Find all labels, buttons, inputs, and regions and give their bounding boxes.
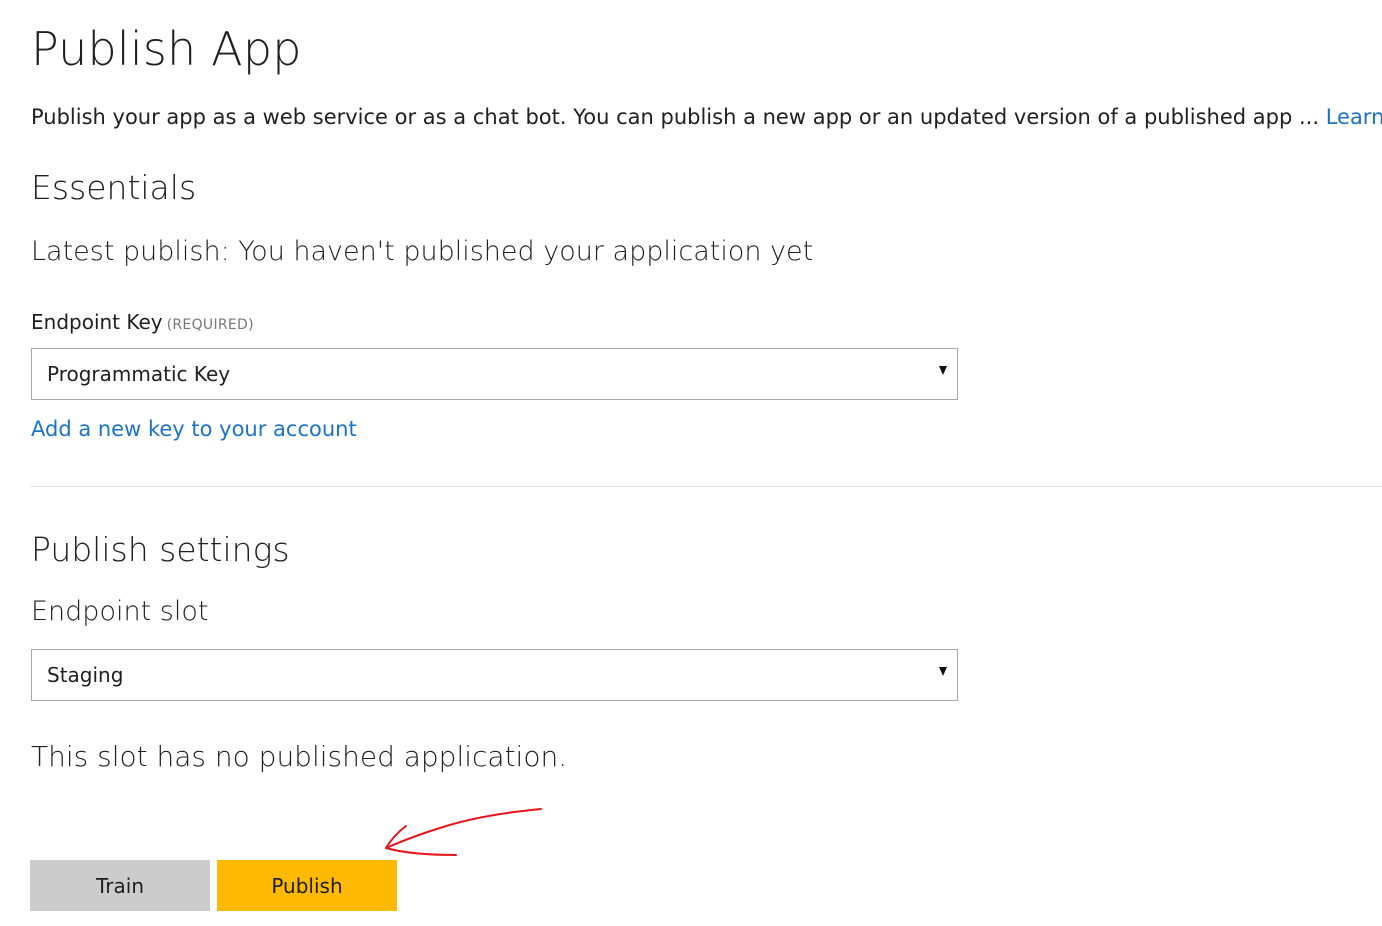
page-title: Publish App (31, 22, 302, 76)
required-indicator: (REQUIRED) (166, 317, 254, 333)
learn-more-link[interactable]: Learn more (1326, 105, 1382, 129)
slot-status-text: This slot has no published application. (31, 740, 568, 773)
endpoint-key-label-text: Endpoint Key (31, 310, 163, 334)
endpoint-key-selected-value: Programmatic Key (47, 362, 231, 386)
intro-description: Publish your app as a web service or as … (31, 105, 1326, 129)
publish-settings-heading: Publish settings (31, 530, 290, 569)
caret-down-icon (939, 667, 947, 676)
caret-down-icon (939, 366, 947, 375)
add-new-key-link[interactable]: Add a new key to your account (31, 417, 357, 441)
latest-publish-status: Latest publish: You haven't published yo… (31, 236, 814, 267)
endpoint-slot-label: Endpoint slot (31, 596, 209, 627)
endpoint-key-label: Endpoint Key (REQUIRED) (31, 310, 254, 334)
publish-button[interactable]: Publish (217, 860, 397, 911)
publish-app-page: Publish App Publish your app as a web se… (30, 0, 1382, 926)
endpoint-slot-selected-value: Staging (47, 663, 124, 687)
endpoint-key-select[interactable]: Programmatic Key (31, 348, 958, 400)
endpoint-slot-select[interactable]: Staging (31, 649, 958, 701)
train-button[interactable]: Train (30, 860, 210, 911)
essentials-heading: Essentials (31, 168, 197, 207)
section-divider (30, 486, 1382, 487)
intro-text: Publish your app as a web service or as … (31, 105, 1382, 129)
